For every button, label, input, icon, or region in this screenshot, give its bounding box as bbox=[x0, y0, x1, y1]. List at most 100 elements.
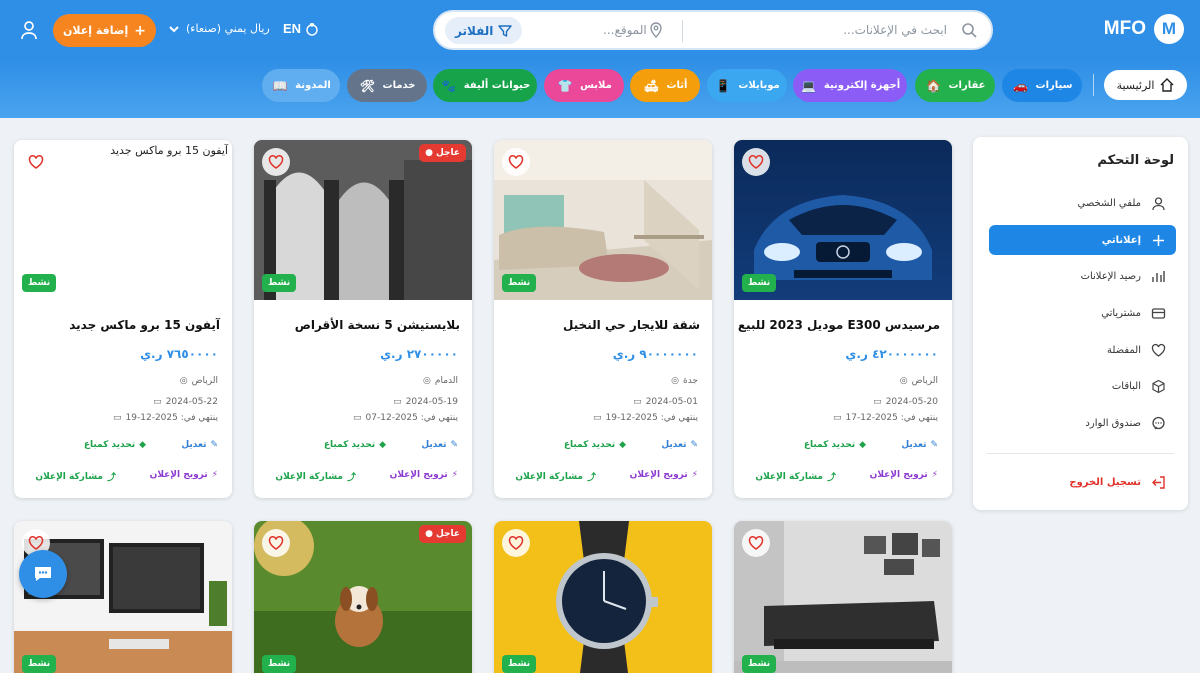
status-badge: نشط bbox=[262, 274, 297, 292]
bolt-icon: ⚡ bbox=[931, 470, 938, 480]
ad-location: الرياض ◎ bbox=[900, 376, 938, 386]
status-badge: نشط bbox=[22, 655, 57, 673]
home-button[interactable]: الرئيسية bbox=[1104, 70, 1187, 100]
ad-price: ٢٧٠٠٠٠٠ ر.ي bbox=[380, 347, 458, 361]
language-toggle[interactable]: EN bbox=[283, 21, 319, 36]
edit-icon: ✎ bbox=[450, 440, 458, 450]
share-label: مشاركة الإعلان bbox=[515, 471, 583, 482]
ad-expiry-date: ينتهي في: 2025-12-07 ▭ bbox=[353, 413, 458, 423]
sidebar-item-packages[interactable]: الباقات bbox=[989, 371, 1176, 401]
ad-card[interactable]: عاجل ● نشط bbox=[254, 521, 472, 673]
edit-button[interactable]: ✎ تعديل bbox=[901, 440, 938, 450]
promote-button[interactable]: ⚡ ترويج الإعلان bbox=[390, 470, 458, 480]
category-real-estate[interactable]: عقارات 🏠 bbox=[915, 69, 995, 102]
location-pin-icon: ◎ bbox=[423, 376, 431, 386]
share-button[interactable]: ⤴ مشاركة الإعلان bbox=[515, 470, 596, 484]
favorite-button[interactable] bbox=[22, 148, 50, 176]
category-label: حيوانات أليفة bbox=[463, 80, 531, 91]
promote-label: ترويج الإعلان bbox=[389, 470, 448, 480]
logout-button[interactable]: تسجيل الخروج bbox=[989, 467, 1176, 497]
share-button[interactable]: ⤴ مشاركة الإعلان bbox=[275, 470, 356, 484]
add-ad-button[interactable]: + إضافة إعلان bbox=[53, 14, 156, 47]
fire-icon: ● bbox=[425, 148, 433, 158]
ad-title[interactable]: آيفون 15 برو ماكس جديد bbox=[69, 318, 220, 332]
favorite-button[interactable] bbox=[262, 148, 290, 176]
favorite-button[interactable] bbox=[742, 148, 770, 176]
ad-card[interactable]: نشط bbox=[734, 521, 952, 673]
ad-card[interactable]: نشط bbox=[494, 521, 712, 673]
share-icon: ⤴ bbox=[586, 473, 596, 483]
home-icon bbox=[1160, 78, 1174, 92]
edit-label: تعديل bbox=[421, 440, 447, 450]
calendar-icon: ▭ bbox=[873, 397, 882, 407]
mark-sold-button[interactable]: ◆ تحديد كمباع bbox=[564, 440, 626, 450]
category-cars[interactable]: سيارات 🚗 bbox=[1002, 69, 1082, 102]
search-icon bbox=[962, 23, 977, 38]
favorite-button[interactable] bbox=[502, 148, 530, 176]
chat-floating-button[interactable] bbox=[19, 550, 67, 598]
mark-sold-button[interactable]: ◆ تحديد كمباع bbox=[84, 440, 146, 450]
edit-button[interactable]: ✎ تعديل bbox=[181, 440, 218, 450]
sidebar-item-purchases[interactable]: مشترياتي bbox=[989, 298, 1176, 328]
currency-selector[interactable]: ريال يمني (صنعاء) bbox=[168, 22, 270, 35]
favorite-button[interactable] bbox=[742, 529, 770, 557]
posted-date-text: 2024-05-01 bbox=[645, 397, 698, 407]
ad-title[interactable]: شقة للايجار حي النخيل bbox=[563, 318, 700, 332]
share-button[interactable]: ⤴ مشاركة الإعلان bbox=[35, 470, 116, 484]
edit-button[interactable]: ✎ تعديل bbox=[661, 440, 698, 450]
mark-sold-button[interactable]: ◆ تحديد كمباع bbox=[324, 440, 386, 450]
favorite-button[interactable] bbox=[502, 529, 530, 557]
ad-card[interactable]: عاجل ● نشط بلايستيشن 5 نسخة الأقراص ٢٧٠٠٠… bbox=[254, 140, 472, 498]
category-electronics[interactable]: أجهزة إلكترونية 💻 bbox=[793, 69, 907, 102]
sidebar-item-label: المفضلة bbox=[1106, 344, 1141, 356]
promote-button[interactable]: ⚡ ترويج الإعلان bbox=[630, 470, 698, 480]
mark-sold-button[interactable]: ◆ تحديد كمباع bbox=[804, 440, 866, 450]
sidebar-item-profile[interactable]: ملفي الشخصي bbox=[989, 188, 1176, 218]
urgent-badge: عاجل ● bbox=[419, 144, 466, 162]
sidebar-item-ad-credits[interactable]: رصيد الإعلانات bbox=[989, 261, 1176, 291]
promote-button[interactable]: ⚡ ترويج الإعلان bbox=[150, 470, 218, 480]
category-services[interactable]: خدمات 🛠 bbox=[347, 69, 427, 102]
location-text: الرياض bbox=[191, 376, 218, 386]
sidebar-item-inbox[interactable]: صندوق الوارد bbox=[989, 408, 1176, 438]
heart-icon bbox=[1151, 343, 1166, 357]
ad-card[interactable]: نشط شقة للايجار حي النخيل ٩٠٠٠٠٠٠٠ ر.ي ج… bbox=[494, 140, 712, 498]
category-furniture[interactable]: أثاث 🛋 bbox=[630, 69, 700, 102]
filters-button[interactable]: الفلاتر bbox=[445, 17, 523, 44]
category-mobiles[interactable]: موبايلات 📱 bbox=[707, 69, 787, 102]
category-clothes[interactable]: ملابس 👕 bbox=[544, 69, 624, 102]
location-input[interactable]: الموقع... bbox=[603, 23, 647, 37]
chat-bubble-icon bbox=[35, 567, 51, 581]
share-button[interactable]: ⤴ مشاركة الإعلان bbox=[755, 470, 836, 484]
posted-date-text: 2024-05-19 bbox=[405, 397, 458, 407]
heart-icon bbox=[508, 154, 524, 169]
ad-card[interactable]: نشط مرسيدس E300 موديل 2023 للبيع ٤٢٠٠٠٠٠… bbox=[734, 140, 952, 498]
ad-card[interactable]: آيفون 15 برو ماكس جديد نشط آيفون 15 برو … bbox=[14, 140, 232, 498]
search-input[interactable]: ابحث في الإعلانات... bbox=[843, 23, 947, 37]
location-pin-icon: ◎ bbox=[899, 376, 908, 386]
ad-title[interactable]: مرسيدس E300 موديل 2023 للبيع bbox=[738, 318, 940, 332]
share-label: مشاركة الإعلان bbox=[755, 471, 823, 482]
promote-button[interactable]: ⚡ ترويج الإعلان bbox=[870, 470, 938, 480]
ad-posted-date: 2024-05-22 ▭ bbox=[153, 397, 218, 407]
favorite-button[interactable] bbox=[262, 529, 290, 557]
sidebar-item-label: رصيد الإعلانات bbox=[1080, 270, 1141, 282]
user-account-icon[interactable] bbox=[20, 20, 38, 40]
add-ad-label: إضافة إعلان bbox=[63, 24, 129, 37]
category-blog[interactable]: المدونة 📖 bbox=[262, 69, 340, 102]
expiry-date-text: ينتهي في: 2025-12-19 bbox=[125, 413, 218, 423]
sidebar-item-favorites[interactable]: المفضلة bbox=[989, 335, 1176, 365]
sidebar-title: لوحة التحكم bbox=[1097, 153, 1174, 168]
sidebar-item-my-ads[interactable]: إعلاناتي bbox=[989, 225, 1176, 255]
calendar-icon: ▭ bbox=[593, 413, 602, 423]
ad-title[interactable]: بلايستيشن 5 نسخة الأقراص bbox=[295, 318, 460, 332]
site-logo[interactable]: MFO M bbox=[1104, 14, 1184, 44]
edit-button[interactable]: ✎ تعديل bbox=[421, 440, 458, 450]
sidebar-divider bbox=[987, 453, 1174, 454]
ad-posted-date: 2024-05-01 ▭ bbox=[633, 397, 698, 407]
status-badge: نشط bbox=[262, 655, 297, 673]
category-pets[interactable]: حيوانات أليفة 🐾 bbox=[433, 69, 537, 102]
package-icon bbox=[1152, 379, 1165, 393]
phone-icon: 📱 bbox=[715, 78, 731, 93]
share-label: مشاركة الإعلان bbox=[275, 471, 343, 482]
